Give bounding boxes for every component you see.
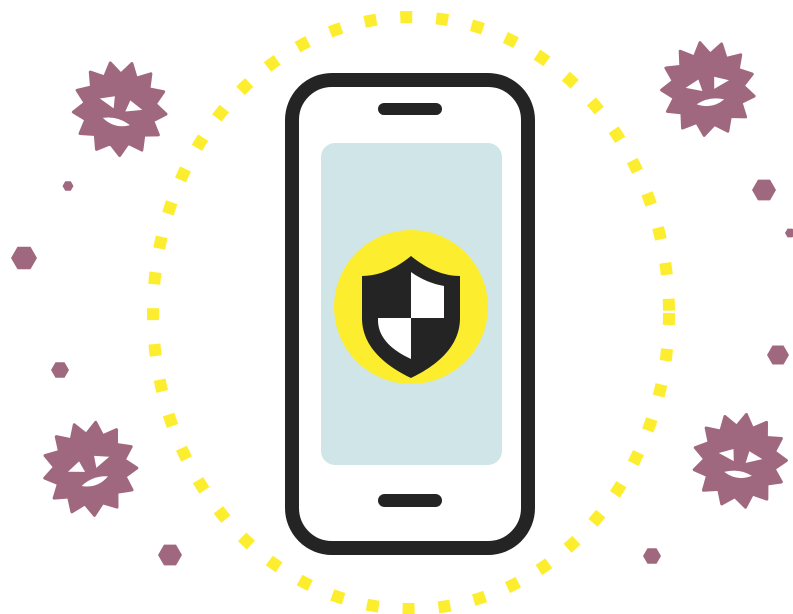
virus-icon [29, 407, 151, 529]
phone-home-bar [378, 494, 442, 507]
virus-icon [686, 406, 793, 514]
particle-icon [51, 362, 69, 378]
virus-icon [653, 33, 763, 143]
particle-icon [752, 179, 776, 201]
particle-icon [62, 181, 74, 191]
particle-icon [11, 246, 37, 270]
particle-icon [785, 228, 793, 238]
security-illustration [0, 0, 793, 614]
phone-speaker [378, 103, 442, 115]
shield-icon [334, 230, 488, 384]
particle-icon [158, 544, 182, 566]
particle-icon [643, 548, 661, 564]
particle-icon [767, 345, 789, 365]
virus-icon [62, 50, 178, 166]
illustration-canvas [11, 11, 793, 614]
